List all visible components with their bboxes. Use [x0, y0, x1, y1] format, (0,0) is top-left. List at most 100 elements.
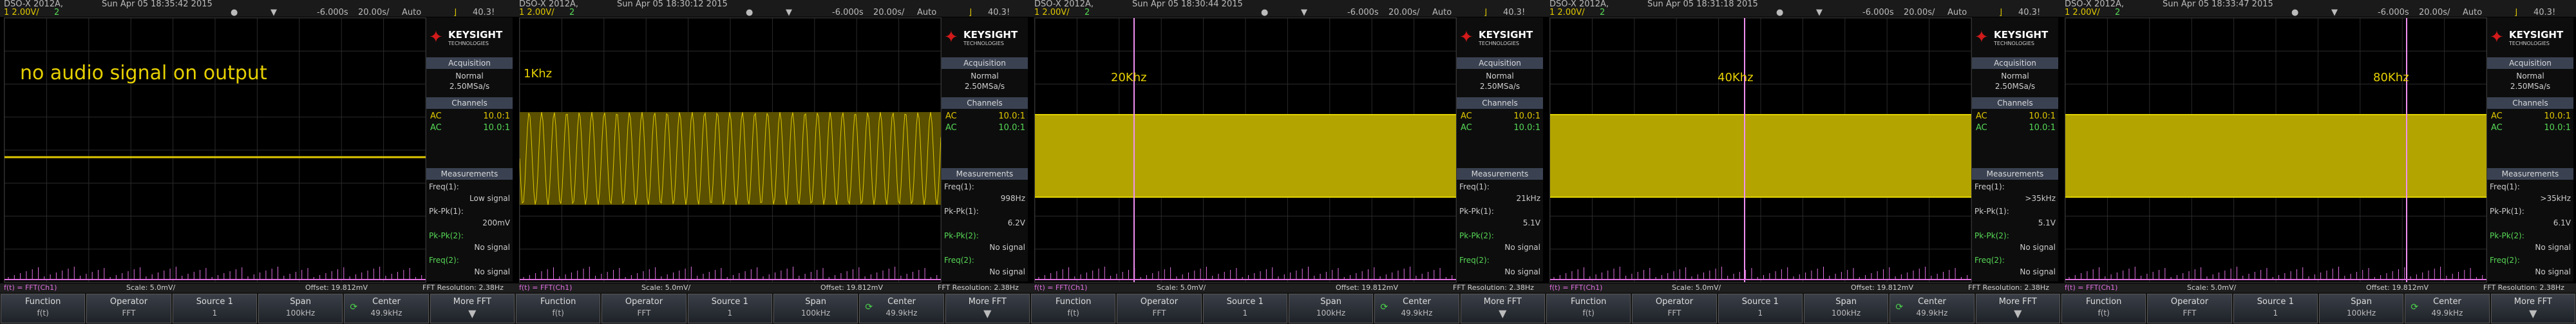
- function-softkey[interactable]: Function f(t): [1, 294, 86, 323]
- time-per-div[interactable]: 20.00s/: [1904, 8, 1935, 17]
- center-softkey[interactable]: ⟳ Center 49.9kHz: [1889, 294, 1975, 323]
- cursor-icon[interactable]: ▼: [1301, 8, 1307, 17]
- meas-freq2-label: Freq(2):: [944, 256, 974, 265]
- meas-pk1-value: 5.1V: [2038, 218, 2056, 227]
- channel-2-scale[interactable]: 2: [1084, 8, 1090, 17]
- span-softkey[interactable]: Span 100kHz: [1288, 294, 1374, 323]
- span-softkey[interactable]: Span 100kHz: [773, 294, 858, 323]
- trigger-mode[interactable]: Auto: [1947, 8, 1967, 17]
- source-softkey[interactable]: Source 11: [687, 294, 772, 323]
- more-fft-softkey[interactable]: More FFT ▼: [1460, 294, 1545, 323]
- center-softkey[interactable]: ⟳ Center 49.9kHz: [1374, 294, 1459, 323]
- channel-2-scale[interactable]: 2: [2115, 8, 2120, 17]
- channel-1-scale[interactable]: 1 2.00V/: [4, 8, 39, 17]
- run-stop-icon[interactable]: ●: [231, 8, 238, 17]
- channel-2-scale[interactable]: 2: [569, 8, 574, 17]
- trigger-level[interactable]: 40.3!: [2533, 8, 2555, 17]
- channel-1-scale[interactable]: 1 2.00V/: [1034, 8, 1070, 17]
- timestamp: Sun Apr 05 18:30:44 2015: [1132, 0, 1243, 9]
- cursor-icon[interactable]: ▼: [1816, 8, 1823, 17]
- time-per-div[interactable]: 20.00s/: [2419, 8, 2450, 17]
- channel-2-scale[interactable]: 2: [1600, 8, 1605, 17]
- trigger-icon[interactable]: ⌋: [2514, 8, 2517, 17]
- source-softkey[interactable]: Source 11: [2233, 294, 2318, 323]
- trigger-mode[interactable]: Auto: [2463, 8, 2482, 17]
- trigger-mode[interactable]: Auto: [917, 8, 936, 17]
- meas-freq2-label: Freq(2):: [2490, 256, 2520, 265]
- fft-status-line: f(t) = FFT(Ch1) Scale: 5.0mV/ Offset: 19…: [0, 283, 515, 292]
- channel-1-scale[interactable]: 1 2.00V/: [519, 8, 554, 17]
- down-arrow-icon: ▼: [1499, 307, 1507, 319]
- cursor-icon[interactable]: ▼: [786, 8, 792, 17]
- operator-softkey[interactable]: Operator FFT: [1632, 294, 1717, 323]
- more-fft-softkey[interactable]: More FFT ▼: [2490, 294, 2575, 323]
- status-bar: DSO-X 2012A, Sun Apr 05 18:33:47 2015 1 …: [2061, 0, 2576, 17]
- info-sidebar: ✦ KEYSIGHT TECHNOLOGIES Acquisition Norm…: [1972, 17, 2058, 281]
- trigger-level[interactable]: 40.3!: [1503, 8, 1525, 17]
- status-bar: DSO-X 2012A, Sun Apr 05 18:35:42 2015 1 …: [0, 0, 515, 17]
- function-softkey[interactable]: Function f(t): [1031, 294, 1116, 323]
- trigger-icon[interactable]: ⌋: [453, 8, 457, 17]
- center-softkey[interactable]: ⟳ Center 49.9kHz: [344, 294, 429, 323]
- waveform-display[interactable]: no audio signal on output: [4, 17, 426, 283]
- run-stop-icon[interactable]: ●: [1776, 8, 1783, 17]
- trigger-level[interactable]: 40.3!: [2018, 8, 2040, 17]
- trigger-icon[interactable]: ⌋: [1484, 8, 1487, 17]
- trigger-mode[interactable]: Auto: [402, 8, 421, 17]
- ch1-envelope: [520, 112, 941, 205]
- time-delay[interactable]: -6.000s: [832, 8, 864, 17]
- waveform-display[interactable]: 40Khz: [1549, 17, 1972, 283]
- operator-softkey[interactable]: Operator FFT: [2147, 294, 2232, 323]
- operator-softkey[interactable]: Operator FFT: [1117, 294, 1202, 323]
- time-delay[interactable]: -6.000s: [2378, 8, 2409, 17]
- softkey-bar: Function f(t) Operator FFT Source 11 Span 1…: [1546, 294, 2061, 323]
- channel-2-scale[interactable]: 2: [54, 8, 59, 17]
- cursor-icon[interactable]: ▼: [270, 8, 277, 17]
- more-fft-softkey[interactable]: More FFT ▼: [430, 294, 515, 323]
- time-delay[interactable]: -6.000s: [1862, 8, 1894, 17]
- channel-1-scale[interactable]: 1 2.00V/: [2065, 8, 2100, 17]
- center-softkey[interactable]: ⟳ Center 49.9kHz: [859, 294, 944, 323]
- time-per-div[interactable]: 20.00s/: [358, 8, 389, 17]
- acquisition-header: Acquisition: [426, 57, 513, 69]
- source-softkey[interactable]: Source 11: [1202, 294, 1287, 323]
- run-stop-icon[interactable]: ●: [2291, 8, 2298, 17]
- acquisition-header: Acquisition: [1972, 57, 2058, 69]
- meas-pk2-label: Pk-Pk(2):: [1459, 231, 1494, 240]
- meas-pk1-value: 6.1V: [2553, 218, 2571, 227]
- more-fft-softkey[interactable]: More FFT ▼: [945, 294, 1030, 323]
- run-stop-icon[interactable]: ●: [1261, 8, 1268, 17]
- waveform-display[interactable]: 1Khz: [519, 17, 942, 283]
- time-per-div[interactable]: 20.00s/: [873, 8, 904, 17]
- time-delay[interactable]: -6.000s: [1347, 8, 1379, 17]
- waveform-svg: [1550, 18, 1971, 282]
- channel-1-scale[interactable]: 1 2.00V/: [1549, 8, 1585, 17]
- span-softkey[interactable]: Span 100kHz: [1803, 294, 1889, 323]
- sample-rate: 2.50MSa/s: [2510, 82, 2551, 91]
- down-arrow-icon: ▼: [468, 307, 477, 319]
- trigger-level[interactable]: 40.3!: [988, 8, 1010, 17]
- center-softkey[interactable]: ⟳ Center 49.9kHz: [2405, 294, 2490, 323]
- waveform-display[interactable]: 80Khz: [2065, 17, 2487, 283]
- more-fft-softkey[interactable]: More FFT ▼: [1975, 294, 2060, 323]
- span-softkey[interactable]: Span 100kHz: [258, 294, 343, 323]
- span-softkey[interactable]: Span 100kHz: [2318, 294, 2404, 323]
- trigger-icon[interactable]: ⌋: [1999, 8, 2002, 17]
- trigger-icon[interactable]: ⌋: [969, 8, 972, 17]
- source-softkey[interactable]: Source 11: [172, 294, 257, 323]
- trigger-level[interactable]: 40.3!: [473, 8, 495, 17]
- function-softkey[interactable]: Function f(t): [2061, 294, 2146, 323]
- measurements-header: Measurements: [426, 168, 513, 180]
- operator-softkey[interactable]: Operator FFT: [86, 294, 171, 323]
- time-delay[interactable]: -6.000s: [317, 8, 348, 17]
- waveform-display[interactable]: 20Khz: [1034, 17, 1457, 283]
- run-stop-icon[interactable]: ●: [746, 8, 753, 17]
- time-per-div[interactable]: 20.00s/: [1388, 8, 1419, 17]
- trigger-mode[interactable]: Auto: [1432, 8, 1452, 17]
- function-softkey[interactable]: Function f(t): [516, 294, 601, 323]
- operator-softkey[interactable]: Operator FFT: [601, 294, 687, 323]
- source-softkey[interactable]: Source 11: [1718, 294, 1803, 323]
- function-softkey[interactable]: Function f(t): [1546, 294, 1631, 323]
- softkey-bar: Function f(t) Operator FFT Source 11 Span 1…: [2061, 294, 2576, 323]
- cursor-icon[interactable]: ▼: [2331, 8, 2338, 17]
